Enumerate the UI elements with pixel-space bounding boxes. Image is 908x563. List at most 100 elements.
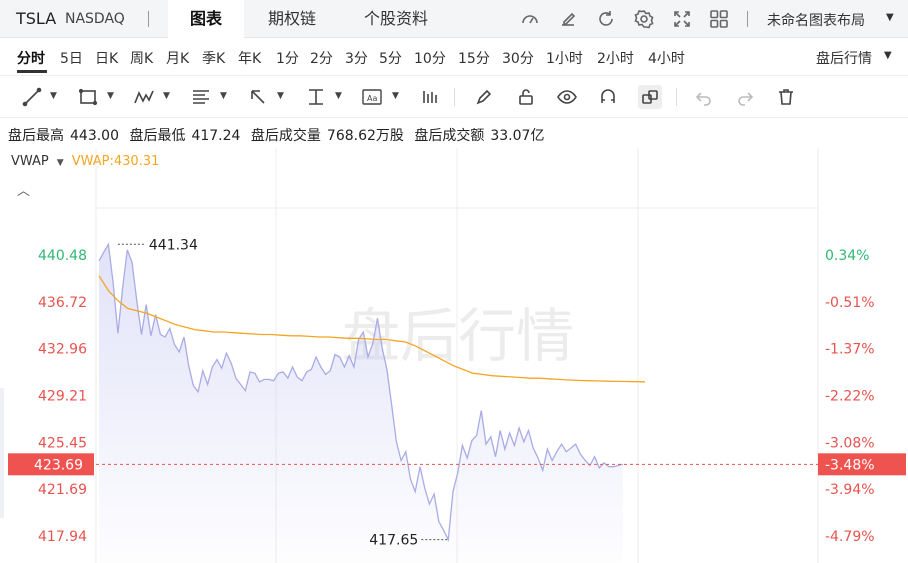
indicator-icon[interactable] — [418, 85, 442, 109]
period-item[interactable]: 10分 — [414, 48, 446, 68]
chevron-up-icon[interactable]: ︿ — [17, 180, 30, 199]
percent-tick-label: -2.22% — [825, 389, 875, 405]
stat-high-value: 443.00 — [70, 128, 119, 144]
trash-icon[interactable] — [774, 85, 798, 109]
percent-tick-label: 0.34% — [825, 248, 869, 264]
session-selector[interactable]: 盘后行情 — [816, 48, 872, 68]
percent-tick-label: -0.51% — [825, 295, 875, 311]
chevron-down-icon[interactable]: ▼ — [220, 91, 227, 101]
active-period-indicator — [17, 70, 47, 73]
period-item[interactable]: 30分 — [502, 48, 534, 68]
layout-selector[interactable]: 未命名图表布局 — [767, 10, 865, 30]
text-icon[interactable]: Aa — [360, 85, 384, 109]
chevron-down-icon[interactable]: ▼ — [886, 12, 894, 23]
rectangle-icon[interactable] — [76, 85, 100, 109]
pencil-icon[interactable] — [472, 85, 496, 109]
grid-layout-icon[interactable] — [708, 8, 730, 30]
period-item[interactable]: 5分 — [379, 48, 402, 68]
high-annotation: 441.34 — [149, 237, 198, 253]
low-annotation: 417.65 — [369, 533, 418, 549]
chevron-down-icon[interactable]: ▼ — [884, 50, 892, 61]
chevron-down-icon[interactable]: ▼ — [50, 91, 57, 101]
divider — [747, 11, 748, 27]
lock-icon[interactable] — [514, 85, 538, 109]
price-tick-label: 436.72 — [38, 295, 87, 311]
exchange-name: NASDAQ — [65, 11, 125, 27]
tab-stock-profile[interactable]: 个股资料 — [342, 0, 450, 38]
chevron-down-icon[interactable]: ▼ — [107, 91, 114, 101]
indicator-name[interactable]: VWAP — [11, 154, 49, 169]
tab-chart[interactable]: 图表 — [168, 0, 245, 38]
price-tick-label: 417.94 — [38, 529, 87, 545]
divider — [148, 11, 149, 27]
stat-high-label: 盘后最高 — [8, 128, 64, 144]
stat-low-label: 盘后最低 — [129, 128, 186, 144]
price-tick-label: 440.48 — [38, 248, 87, 264]
indicator-value: VWAP:430.31 — [71, 154, 160, 169]
divider — [676, 88, 677, 106]
chevron-down-icon[interactable]: ▼ — [392, 91, 399, 101]
price-tick-label: 425.45 — [38, 435, 87, 451]
ticker-symbol: TSLA — [16, 9, 57, 28]
fullscreen-icon[interactable] — [671, 8, 693, 30]
period-item[interactable]: 1分 — [276, 48, 299, 68]
period-item[interactable]: 月K — [166, 48, 189, 68]
after-hours-stats: 盘后最高 443.00 盘后最低 417.24 盘后成交量 768.62万股 盘后成交… — [8, 125, 550, 145]
stat-volume-label: 盘后成交量 — [250, 128, 321, 144]
current-pct-label: -3.48% — [825, 457, 875, 473]
percent-tick-label: -3.08% — [825, 435, 875, 451]
period-item[interactable]: 3分 — [345, 48, 368, 68]
magnet-icon[interactable] — [596, 85, 620, 109]
period-item[interactable]: 季K — [202, 48, 225, 68]
undo-icon[interactable] — [692, 85, 716, 109]
divider — [454, 88, 455, 106]
tab-options-chain[interactable]: 期权链 — [246, 0, 338, 38]
price-tick-label: 421.69 — [38, 482, 87, 498]
stat-volume-value: 768.62万股 — [326, 128, 404, 144]
redo-icon[interactable] — [733, 85, 757, 109]
svg-text:Aa: Aa — [367, 94, 377, 103]
percent-tick-label: -4.79% — [825, 529, 875, 545]
price-tick-label: 432.96 — [38, 342, 87, 358]
speedometer-icon[interactable] — [519, 8, 541, 30]
chevron-down-icon[interactable]: ▼ — [57, 158, 64, 168]
period-item[interactable]: 15分 — [458, 48, 490, 68]
period-item[interactable]: 5日 — [60, 48, 83, 68]
refresh-icon[interactable] — [595, 8, 617, 30]
stat-low-value: 417.24 — [191, 128, 241, 144]
measure-icon[interactable] — [304, 85, 328, 109]
pattern-icon[interactable] — [132, 85, 156, 109]
period-item[interactable]: 分时 — [17, 48, 45, 68]
scroll-handle — [0, 388, 4, 518]
stat-turnover-value: 33.07亿 — [490, 128, 545, 144]
period-item[interactable]: 年K — [238, 48, 261, 68]
indicator-legend[interactable]: VWAP ▼ VWAP:430.31 — [11, 154, 159, 169]
eye-icon[interactable] — [555, 85, 579, 109]
period-item[interactable]: 4小时 — [648, 48, 685, 68]
period-item[interactable]: 周K — [130, 48, 153, 68]
edit-icon[interactable] — [557, 8, 579, 30]
top-bar: TSLA NASDAQ 图表 期权链 个股资料 未命名图表布局 ▼ — [0, 0, 908, 38]
percent-axis: 0.34% -0.51% -1.37% -2.22% -3.08% -3.94% -4.79… — [825, 248, 875, 545]
period-item[interactable]: 1小时 — [546, 48, 583, 68]
price-axis: 440.48 436.72 432.96 429.21 425.45 421.69 417.… — [38, 248, 87, 545]
percent-tick-label: -3.94% — [825, 482, 875, 498]
price-area — [99, 244, 623, 563]
chevron-down-icon[interactable]: ▼ — [277, 91, 284, 101]
stat-turnover-label: 盘后成交额 — [414, 128, 485, 144]
link-icon[interactable] — [638, 85, 662, 109]
trend-line-icon[interactable] — [20, 85, 44, 109]
chevron-down-icon[interactable]: ▼ — [335, 91, 342, 101]
gear-icon[interactable] — [633, 8, 655, 30]
chevron-down-icon[interactable]: ▼ — [163, 91, 170, 101]
period-item[interactable]: 2分 — [310, 48, 333, 68]
arrow-icon[interactable] — [246, 85, 270, 109]
period-item[interactable]: 2小时 — [597, 48, 634, 68]
drawing-toolbar: ▼ ▼ ▼ ▼ ▼ ▼ Aa ▼ — [0, 76, 908, 118]
price-chart[interactable]: 盘后行情 440.48436.72432.96429.21425.45421.6… — [0, 148, 908, 563]
current-price-label: 423.69 — [34, 457, 83, 473]
period-item[interactable]: 日K — [95, 48, 118, 68]
fib-icon[interactable] — [189, 85, 213, 109]
percent-tick-label: -1.37% — [825, 342, 875, 358]
price-tick-label: 429.21 — [38, 389, 87, 405]
